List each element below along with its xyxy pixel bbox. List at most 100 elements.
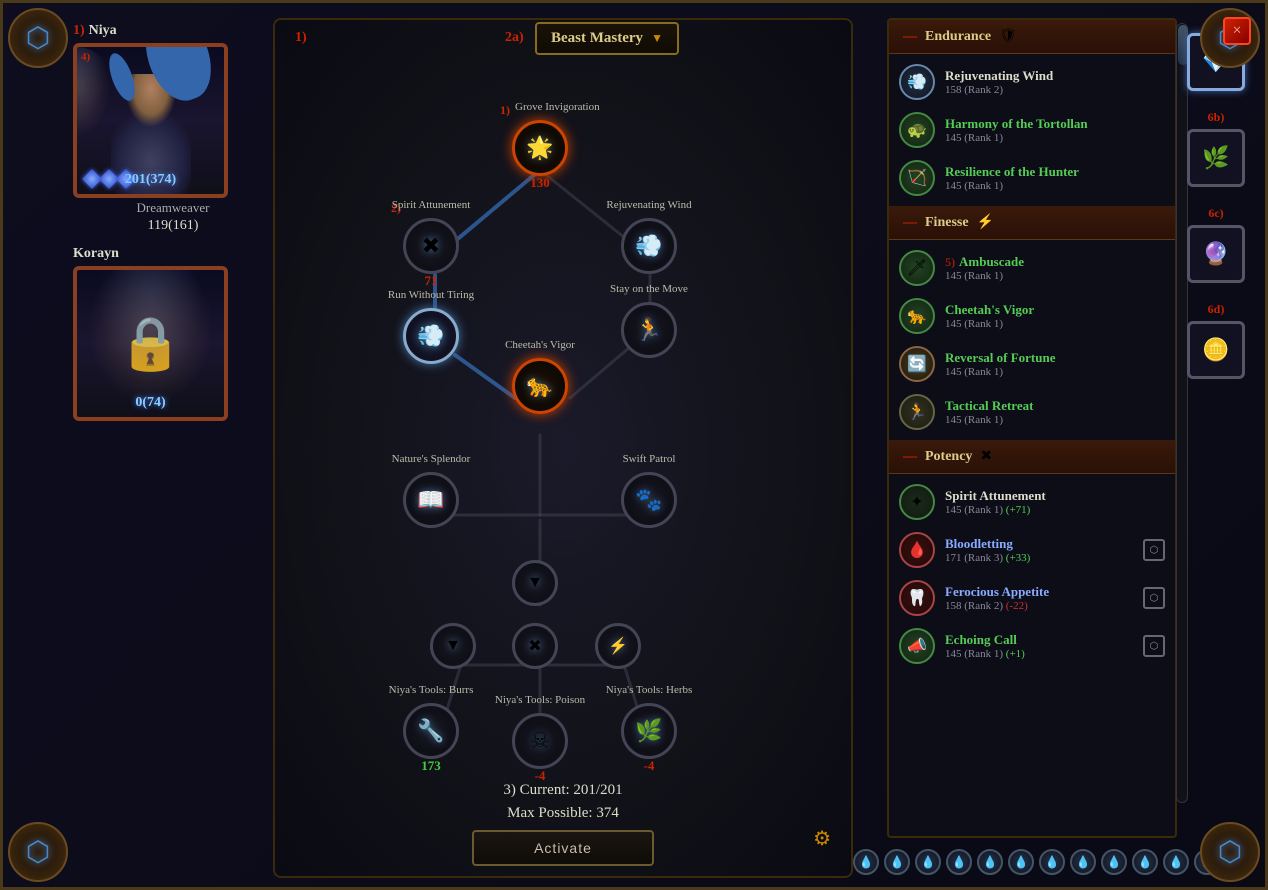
finesse-dash: — [903,215,917,231]
close-button[interactable]: × [1223,17,1251,45]
side-ability-column: 6a) 💎 6b) 🌿 6c) 🔮 6d) 🪙 [1187,23,1255,379]
resilience-hunter-info: Resilience of the Hunter 145 (Rank 1) [945,164,1165,192]
bloodletting-info: Bloodletting 171 (Rank 3) (+33) [945,536,1133,564]
bloodletting-badge: ⬡ [1143,539,1165,561]
bottom-icon-2[interactable]: 💧 [884,849,910,875]
node-niyas-tools-poison[interactable]: ☠ Niya's Tools: Poison -4 [512,713,568,769]
node-run-without-tiring[interactable]: 💨 Run Without Tiring [403,308,459,364]
herbs-label: Niya's Tools: Herbs [584,684,714,696]
ferocious-appetite-icon: 🦷 [899,580,935,616]
spirit-attunement-rank: 145 (Rank 1) (+71) [945,504,1165,516]
bloodletting-rank: 171 (Rank 3) (+33) [945,552,1133,564]
side-6d-label: 6d) [1208,302,1225,317]
ability-echoing-call[interactable]: 📣 Echoing Call 145 (Rank 1) (+1) ⬡ [889,622,1175,670]
talent-tree-nodes: 🌟 1) Grove Invigoration 130 ✖ 2) Spirit … [275,70,851,796]
left-mid-icon: ▼ [445,637,461,655]
companion-korayn-portrait[interactable]: 🔒 0(74) [73,266,228,421]
node-swift-patrol[interactable]: 🐾 Swift Patrol [621,472,677,528]
ability-cheetahs-vigor[interactable]: 🐆 Cheetah's Vigor 145 (Rank 1) [889,292,1175,340]
ferocious-appetite-rank: 158 (Rank 2) (-22) [945,600,1133,612]
harmony-tortollan-icon: 🐢 [899,112,935,148]
companion-niya-class: Dreamweaver [73,200,273,216]
abilities-scroll-container[interactable]: — Endurance 🛡 💨 Rejuvenating Wind 158 (R… [887,18,1177,838]
cheetah-vigor-name: Cheetah's Vigor [945,302,1165,318]
ability-tactical-retreat[interactable]: 🏃 Tactical Retreat 145 (Rank 1) [889,388,1175,436]
companion-niya-portrait[interactable]: 4) 201(374) [73,43,228,198]
companion-korayn: Korayn 🔒 0(74) [73,246,273,421]
spec-dropdown[interactable]: Beast Mastery ▼ [535,22,679,55]
side-ability-6d[interactable]: 6d) 🪙 [1187,321,1245,379]
side-ability-6b[interactable]: 6b) 🌿 [1187,129,1245,187]
side-6b-label: 6b) [1208,110,1225,125]
spirit-attunement-info: Spirit Attunement 145 (Rank 1) (+71) [945,488,1165,516]
tactical-retreat-icon: 🏃 [899,394,935,430]
node-cheetahs-vigor[interactable]: 🐆 Cheetah's Vigor [512,358,568,414]
node-niyas-tools-burrs[interactable]: 🔧 Niya's Tools: Burrs 173 [403,703,459,759]
companion-korayn-stat: 0(74) [77,395,224,411]
bottom-icon-10[interactable]: 💧 [1132,849,1158,875]
bottom-icon-9[interactable]: 💧 [1101,849,1127,875]
node-grove-invigoration[interactable]: 🌟 1) Grove Invigoration 130 [512,120,568,176]
main-window: × 1) Niya 4) 201(374) D [0,0,1268,890]
ability-resilience-hunter[interactable]: 🏹 Resilience of the Hunter 145 (Rank 1) [889,154,1175,202]
node-right-mid[interactable]: ⚡ [595,623,641,669]
bottom-icon-6[interactable]: 💧 [1008,849,1034,875]
wind-icon: 💨 [635,233,662,259]
bottom-icon-5[interactable]: 💧 [977,849,1003,875]
bottom-icon-11[interactable]: 💧 [1163,849,1189,875]
grove-count: 130 [530,175,550,191]
center-mid-icon: ✖ [528,636,541,656]
tactical-retreat-info: Tactical Retreat 145 (Rank 1) [945,398,1165,426]
ability-bloodletting[interactable]: 🩸 Bloodletting 171 (Rank 3) (+33) ⬡ [889,526,1175,574]
spirit-attunement-name: Spirit Attunement [945,488,1165,504]
node-niyas-tools-herbs[interactable]: 🌿 Niya's Tools: Herbs -4 [621,703,677,759]
bottom-icon-7[interactable]: 💧 [1039,849,1065,875]
ferocious-appetite-badge: ⬡ [1143,587,1165,609]
ability-ambuscade[interactable]: 🗡 5) Ambuscade 145 (Rank 1) [889,244,1175,292]
potency-icon: ✖ [980,448,992,465]
grove-label: Grove Invigoration [515,101,565,113]
node-rejuvenating-wind[interactable]: 💨 Rejuvenating Wind [621,218,677,274]
burrs-icon: 🔧 [417,718,444,744]
herbs-icon: 🌿 [635,718,662,744]
current-max-text: 3) Current: 201/201 Max Possible: 374 [275,779,851,824]
ability-harmony-tortollan[interactable]: 🐢 Harmony of the Tortollan 145 (Rank 1) [889,106,1175,154]
nature-label: Nature's Splendor [376,453,486,465]
swift-icon: 🐾 [635,487,662,513]
activate-button[interactable]: Activate [472,830,654,866]
bottom-icon-3[interactable]: 💧 [915,849,941,875]
ability-reversal-fortune[interactable]: 🔄 Reversal of Fortune 145 (Rank 1) [889,340,1175,388]
endurance-title: Endurance [925,29,991,45]
companion-niya: 1) Niya 4) 201(374) Dreamweaver 119(161) [73,23,273,234]
ferocious-appetite-info: Ferocious Appetite 158 (Rank 2) (-22) [945,584,1133,612]
spirit-label: Spirit Attunement [386,199,476,211]
ability-rejuvenating-wind[interactable]: 💨 Rejuvenating Wind 158 (Rank 2) [889,58,1175,106]
side-ability-6c[interactable]: 6c) 🔮 [1187,225,1245,283]
node-center-mid[interactable]: ✖ [512,623,558,669]
rejuvenating-wind-info: Rejuvenating Wind 158 (Rank 2) [945,68,1165,96]
herbs-count: -4 [644,758,655,774]
resilience-hunter-name: Resilience of the Hunter [945,164,1165,180]
node-left-mid[interactable]: ▼ [430,623,476,669]
ability-spirit-attunement[interactable]: ✦ Spirit Attunement 145 (Rank 1) (+71) [889,478,1175,526]
bottom-icon-8[interactable]: 💧 [1070,849,1096,875]
wind-label: Rejuvenating Wind [594,199,704,211]
node-stay-on-the-move[interactable]: 🏃 Stay on the Move [621,302,677,358]
burrs-count: 173 [421,758,441,774]
node-spirit-attunement[interactable]: ✖ 2) Spirit Attunement 71 [403,218,459,274]
side-6d-icon: 🪙 [1202,337,1229,363]
echoing-call-icon: 📣 [899,628,935,664]
ability-ferocious-appetite[interactable]: 🦷 Ferocious Appetite 158 (Rank 2) (-22) … [889,574,1175,622]
section-label-1: 1) [295,30,307,46]
bottom-icon-1[interactable]: 💧 [853,849,879,875]
node-natures-splendor[interactable]: 📖 Nature's Splendor [403,472,459,528]
spec-dropdown-label: Beast Mastery [551,30,643,47]
node-connector-top[interactable]: ▼ [512,560,558,606]
companion-niya-portrait-num: 4) [81,51,90,63]
gear-icon[interactable]: ⚙ [813,826,831,851]
endurance-icon: 🛡 [999,28,1017,45]
side-6c-icon: 🔮 [1202,241,1229,267]
grove-num-label: 1) [500,103,510,118]
bottom-icon-4[interactable]: 💧 [946,849,972,875]
right-mid-icon: ⚡ [608,636,628,656]
